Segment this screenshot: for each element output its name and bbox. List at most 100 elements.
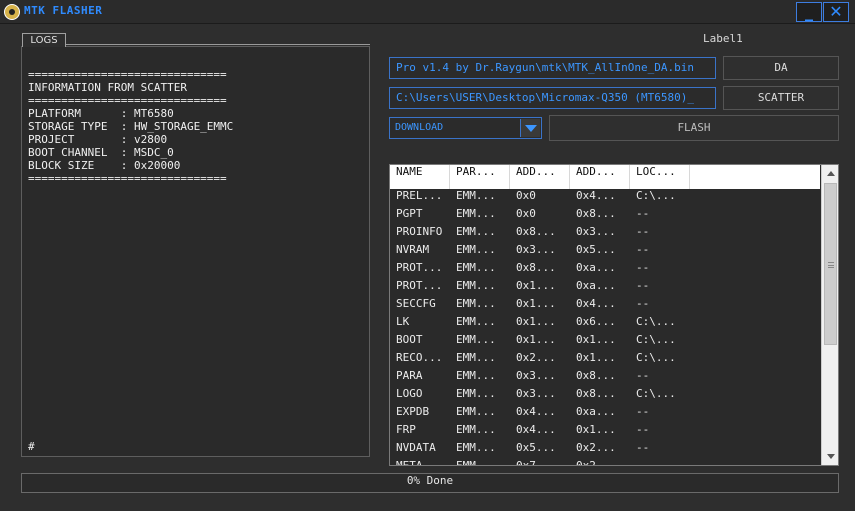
table-cell: PROINFO [396,225,443,238]
log-line: PLATFORM : MT6580 [28,107,174,120]
table-cell: PGPT [396,207,423,220]
table-cell: 0x4... [516,423,556,436]
table-cell: -- [636,423,650,436]
table-cell: EMM... [456,333,496,346]
table-cell: EMM... [456,207,496,220]
table-cell: EMM... [456,351,496,364]
table-row[interactable]: RECO... EMM... 0x2... 0x1... C:\... [390,351,820,369]
table-cell: 0xa... [576,279,616,292]
mode-dropdown[interactable]: DOWNLOAD [389,117,542,139]
table-row[interactable]: LOGO EMM... 0x3... 0x8... C:\... [390,387,820,405]
log-line: ============================== [28,172,227,185]
table-cell: 0x0 [516,207,536,220]
table-cell: LK [396,315,410,328]
table-cell: EMM... [456,189,496,202]
table-cell: EMM... [450,459,510,465]
table-cell: 0x7... [510,459,570,465]
table-row[interactable]: NVRAM EMM... 0x3... 0x5... -- [390,243,820,261]
table-cell: META [390,459,450,465]
table-cell: 0x1... [576,333,616,346]
table-cell: 0x8... [576,369,616,382]
table-row[interactable]: PROINFO EMM... 0x8... 0x3... -- [390,225,820,243]
table-cell: 0x4... [576,189,616,202]
table-cell: EMM... [456,279,496,292]
table-cell: -- [636,207,650,220]
table-cell: 0x1... [516,279,556,292]
table-cell: 0x8... [576,207,616,220]
scrollbar-thumb[interactable] [824,183,837,345]
logs-tab-divider [66,44,370,46]
table-cell: 0x3... [516,243,556,256]
title-bar: MTK FLASHER _ ✕ [0,0,855,24]
table-cell: 0x1... [576,423,616,436]
mtk-logo-icon [4,4,20,20]
grip-icon [828,262,834,268]
table-cell: -- [636,243,650,256]
scatter-button[interactable]: SCATTER [723,86,839,110]
table-cell: 0x0 [516,189,536,202]
table-cell: FRP [396,423,416,436]
table-cell: 0x5... [516,441,556,454]
tab-logs[interactable]: LOGS [22,33,66,47]
table-cell: C:\... [636,315,676,328]
table-cell: 0x2... [570,459,630,465]
table-cell: 0x2... [516,351,556,364]
table-cell: 0x4... [516,405,556,418]
table-scrollbar[interactable] [821,165,838,465]
table-cell: EMM... [456,243,496,256]
table-cell: C:\... [636,387,676,400]
table-cell: 0x1... [516,315,556,328]
table-cell: -- [630,459,690,465]
table-row[interactable]: PARA EMM... 0x3... 0x8... -- [390,369,820,387]
table-cell: -- [636,279,650,292]
partition-table[interactable]: NAME PAR... ADD... ADD... LOC... PREL... EMM.… [389,164,839,466]
da-button[interactable]: DA [723,56,839,80]
table-cell: 0x1... [516,333,556,346]
scroll-up-icon[interactable] [822,165,838,182]
close-icon[interactable]: ✕ [823,2,849,22]
progress-text: 0% Done [406,474,454,487]
table-cell: EXPDB [396,405,430,418]
table-row[interactable]: FRP EMM... 0x4... 0x1... -- [390,423,820,441]
log-line: STORAGE TYPE : HW_STORAGE_EMMC [28,120,234,133]
log-line: INFORMATION FROM SCATTER [28,81,187,94]
column-header[interactable]: LOC... [630,165,690,189]
table-row[interactable]: EXPDB EMM... 0x4... 0xa... -- [390,405,820,423]
table-cell: PARA [396,369,423,382]
minimize-icon[interactable]: _ [796,2,822,22]
table-row[interactable]: PROT... EMM... 0x8... 0xa... -- [390,261,820,279]
column-header[interactable]: PAR... [450,165,510,189]
table-cell: -- [636,261,650,274]
table-row[interactable]: NVDATA EMM... 0x5... 0x2... -- [390,441,820,459]
table-cell: NVRAM [396,243,430,256]
log-line: ============================== [28,94,227,107]
log-line: BLOCK SIZE : 0x20000 [28,159,181,172]
flash-button[interactable]: FLASH [549,115,839,141]
status-label: Label1 [703,32,743,45]
table-cell: C:\... [636,351,676,364]
window-title: MTK FLASHER [24,4,103,17]
table-row[interactable]: BOOT EMM... 0x1... 0x1... C:\... [390,333,820,351]
table-cell: 0x8... [516,261,556,274]
column-header[interactable]: NAME [390,165,450,189]
da-path-field[interactable]: Pro v1.4 by Dr.Raygun\mtk\MTK_AllInOne_D… [389,57,716,79]
table-cell: 0x4... [576,297,616,310]
table-cell: -- [636,405,650,418]
table-cell: EMM... [456,315,496,328]
scatter-path-field[interactable]: C:\Users\USER\Desktop\Micromax-Q350 (MT6… [389,87,716,109]
table-cell: RECO... [396,351,443,364]
table-cell: EMM... [456,369,496,382]
column-header[interactable]: ADD... [570,165,630,189]
chevron-down-icon[interactable] [520,119,540,137]
table-row[interactable]: LK EMM... 0x1... 0x6... C:\... [390,315,820,333]
scroll-down-icon[interactable] [822,448,838,465]
table-cell: NVDATA [396,441,436,454]
log-line: ============================== [28,68,227,81]
table-row[interactable]: METAEMM...0x7...0x2...-- [390,459,820,465]
table-row[interactable]: PGPT EMM... 0x0 0x8... -- [390,207,820,225]
table-row[interactable]: PROT... EMM... 0x1... 0xa... -- [390,279,820,297]
table-cell: -- [636,369,650,382]
table-row[interactable]: SECCFG EMM... 0x1... 0x4... -- [390,297,820,315]
column-header[interactable]: ADD... [510,165,570,189]
table-row[interactable]: PREL... EMM... 0x0 0x4... C:\... [390,189,820,207]
